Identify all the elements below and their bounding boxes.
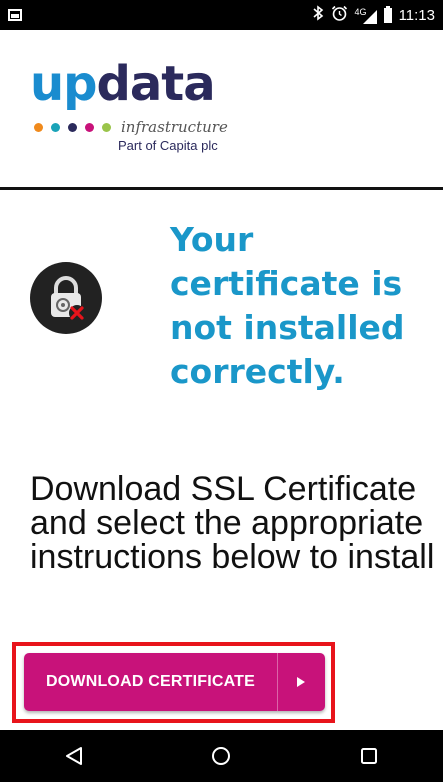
logo-word-up: up [30, 56, 98, 112]
download-button-label: DOWNLOAD CERTIFICATE [46, 673, 256, 690]
back-icon[interactable] [44, 730, 104, 782]
home-icon[interactable] [191, 730, 251, 782]
battery-icon [383, 5, 392, 23]
logo-dot [102, 122, 111, 132]
logo-dot [51, 122, 60, 132]
status-bar: 4G 11:13 [0, 0, 443, 30]
updata-logo: updata infrastructure Part of Capita plc [30, 60, 250, 170]
alert-headline: Your certificate is not installed correc… [170, 220, 405, 391]
logo-dot [34, 122, 43, 132]
logo-dot [85, 122, 94, 132]
logo-subtitle: Part of Capita plc [118, 138, 218, 153]
gallery-icon [8, 9, 22, 21]
logo-wordmark: updata [30, 60, 250, 108]
alarm-icon [331, 5, 348, 26]
lock-error-icon [30, 262, 102, 334]
download-certificate-button[interactable]: DOWNLOAD CERTIFICATE [24, 653, 325, 711]
logo-dots: infrastructure [34, 118, 250, 136]
logo-dot [68, 122, 77, 132]
header-divider [0, 187, 443, 190]
recents-icon[interactable] [339, 730, 399, 782]
bluetooth-icon [312, 5, 324, 25]
signal-icon: 4G [355, 7, 377, 24]
play-icon [297, 677, 306, 687]
instructions-text: Download SSL Certificate and select the … [30, 470, 435, 576]
logo-tagline: infrastructure [121, 118, 228, 136]
navigation-bar [0, 730, 443, 782]
download-button-arrow [276, 653, 325, 711]
clock: 11:13 [398, 6, 435, 24]
logo-word-data: data [96, 56, 216, 112]
